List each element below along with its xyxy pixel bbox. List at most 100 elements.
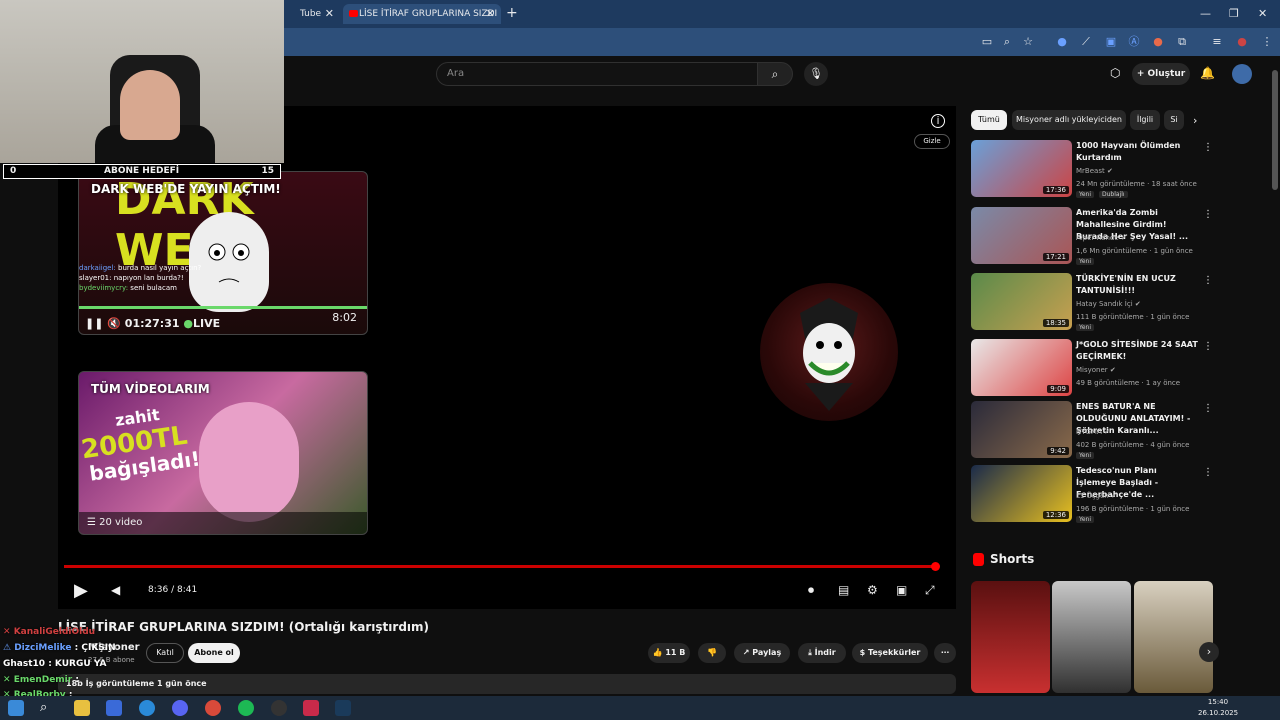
more-options-icon[interactable]: ⋮: [1203, 142, 1213, 153]
chrome-icon[interactable]: [205, 700, 221, 716]
notifications-bell-icon[interactable]: 🔔: [1200, 66, 1215, 80]
video-thumbnail[interactable]: 9:09: [971, 339, 1072, 396]
video-duration: 9:09: [1047, 385, 1069, 393]
tab-active[interactable]: LİSE İTİRAF GRUPLARINA SIZDI ✕: [343, 4, 501, 24]
obs-icon[interactable]: [271, 700, 287, 716]
short-thumbnail[interactable]: [1052, 581, 1131, 693]
new-tab-button[interactable]: +: [506, 5, 518, 21]
more-options-icon[interactable]: ⋮: [1203, 275, 1213, 286]
video-title[interactable]: TÜRKİYE'NİN EN UCUZ TANTUNİSİ!!!: [1076, 273, 1198, 297]
cast-icon[interactable]: ⬡: [1110, 66, 1120, 80]
search-icon[interactable]: ⌕: [40, 700, 56, 716]
video-thumbnail[interactable]: 9:42: [971, 401, 1072, 458]
card-person-image: [199, 402, 299, 522]
chip-from-uploader[interactable]: Misyoner adlı yükleyiciden: [1012, 110, 1126, 130]
extension-icon[interactable]: ⟋: [1079, 35, 1093, 49]
scrollbar[interactable]: [1272, 70, 1278, 190]
bookmark-star-icon[interactable]: ☆: [1021, 35, 1035, 49]
subscribe-button[interactable]: Abone ol: [188, 643, 240, 663]
translate-icon[interactable]: Ⓐ: [1127, 35, 1141, 49]
channel-avatar-endscreen[interactable]: [760, 283, 898, 421]
video-progress-bar[interactable]: [64, 565, 936, 568]
avatar[interactable]: [1232, 64, 1252, 84]
taskbar-clock[interactable]: 15:40 26.10.2025: [1198, 697, 1238, 719]
discord-icon[interactable]: [172, 700, 188, 716]
recommendation-item[interactable]: 9:09 J*GOLO SİTESİNDE 24 SAAT GEÇİRMEK! Mi…: [971, 339, 1213, 397]
search-icon[interactable]: ⌕: [757, 62, 793, 86]
share-button[interactable]: ↗ Paylaş: [734, 643, 790, 663]
close-icon[interactable]: ✕: [486, 4, 495, 24]
info-icon[interactable]: i: [931, 114, 945, 128]
zoom-icon[interactable]: ⌕: [1000, 35, 1014, 49]
more-options-icon[interactable]: ⋮: [1203, 467, 1213, 478]
extension-icon[interactable]: ●: [1151, 35, 1165, 49]
extension-icon[interactable]: ▣: [1104, 35, 1118, 49]
steam-icon[interactable]: [335, 700, 351, 716]
endscreen-card-video[interactable]: DARK WEB DARK WEB'DE YAYIN AÇTIM! darkai…: [78, 171, 368, 335]
video-thumbnail[interactable]: 17:21: [971, 207, 1072, 264]
close-window-button[interactable]: ✕: [1258, 7, 1267, 20]
puzzle-icon[interactable]: ⧉: [1175, 35, 1189, 49]
hide-endscreen-button[interactable]: Gizle: [914, 134, 950, 149]
profile-avatar-icon[interactable]: ●: [1235, 35, 1249, 49]
more-options-icon[interactable]: ⋮: [1203, 209, 1213, 220]
recommendation-item[interactable]: 18:35 TÜRKİYE'NİN EN UCUZ TANTUNİSİ!!! Hat…: [971, 273, 1213, 331]
description-box[interactable]: 18b İş görüntüleme 1 gün önce: [58, 674, 956, 694]
video-title[interactable]: 1000 Hayvanı Ölümden Kurtardım: [1076, 140, 1198, 164]
short-thumbnail[interactable]: [1134, 581, 1213, 693]
windows-taskbar: [0, 696, 1280, 720]
copilot-icon[interactable]: [106, 700, 122, 716]
chip-related[interactable]: İlgili: [1130, 110, 1160, 130]
spotify-icon[interactable]: [238, 700, 254, 716]
extension-icon[interactable]: ●: [1055, 35, 1069, 49]
subtitles-icon[interactable]: ▤: [838, 583, 849, 597]
maximize-button[interactable]: ❐: [1229, 7, 1239, 20]
windows-start-icon[interactable]: [8, 700, 24, 716]
video-thumbnail[interactable]: 12:36: [971, 465, 1072, 522]
close-icon[interactable]: ✕: [325, 4, 334, 24]
chevron-right-icon[interactable]: ›: [1193, 114, 1197, 127]
menu-icon[interactable]: ⋮: [1260, 35, 1274, 49]
volume-icon[interactable]: ◀: [111, 583, 120, 597]
endscreen-card-playlist[interactable]: TÜM VİDEOLARIM zahit 2000TL bağışladı! ☰…: [78, 371, 368, 535]
recommendation-item[interactable]: 12:36 Tedesco'nun Planı İşlemeye Başladı …: [971, 465, 1213, 523]
tab-previous[interactable]: Tube ✕: [284, 4, 340, 24]
search-input[interactable]: Ara: [436, 62, 758, 86]
thanks-button[interactable]: $ Teşekkürler: [852, 643, 928, 663]
video-title[interactable]: J*GOLO SİTESİNDE 24 SAAT GEÇİRMEK!: [1076, 339, 1198, 363]
verified-icon: ✔: [1110, 492, 1117, 500]
edge-icon[interactable]: [139, 700, 155, 716]
microphone-icon[interactable]: 🎙: [804, 62, 828, 86]
shorts-next-chevron-icon[interactable]: ›: [1199, 642, 1219, 662]
video-meta: 1,6 Mn görüntüleme · 1 gün önce: [1076, 247, 1193, 255]
recommendation-item[interactable]: 9:42 ENES BATUR'A NE OLDUĞUNU ANLATAYIM! …: [971, 401, 1213, 459]
download-button[interactable]: ⤓ İndir: [798, 643, 846, 663]
video-thumbnail[interactable]: 17:36: [971, 140, 1072, 197]
fullscreen-icon[interactable]: ⤢: [925, 583, 935, 598]
chip-more[interactable]: Si: [1164, 110, 1184, 130]
like-button[interactable]: 👍 11 B: [648, 643, 690, 663]
minimize-button[interactable]: —: [1200, 7, 1211, 20]
app-icon[interactable]: [303, 700, 319, 716]
join-button[interactable]: Katıl: [146, 643, 184, 663]
short-thumbnail[interactable]: [971, 581, 1050, 693]
playlist-icon[interactable]: ≡: [1210, 35, 1224, 49]
recommendation-item[interactable]: 17:36 1000 Hayvanı Ölümden Kurtardım MrBea…: [971, 140, 1213, 198]
settings-gear-icon[interactable]: ⚙: [867, 583, 878, 597]
video-thumbnail[interactable]: 18:35: [971, 273, 1072, 330]
create-button[interactable]: + Oluştur: [1132, 63, 1190, 85]
file-explorer-icon[interactable]: [74, 700, 90, 716]
chip-all[interactable]: Tümü: [971, 110, 1007, 130]
recommendation-item[interactable]: 17:21 Amerika'da Zombi Mahallesine Girdim…: [971, 207, 1213, 265]
screen-share-icon[interactable]: ▭: [980, 35, 994, 49]
video-meta: 49 B görüntüleme · 1 ay önce: [1076, 379, 1181, 387]
card-title: TÜM VİDEOLARIM: [91, 382, 210, 396]
autoplay-toggle-icon[interactable]: ⏺: [808, 583, 814, 598]
play-icon[interactable]: ▶: [74, 580, 88, 601]
more-options-icon[interactable]: ⋮: [1203, 403, 1213, 414]
more-options-icon[interactable]: ⋯: [934, 643, 956, 663]
dislike-icon[interactable]: 👎: [698, 643, 726, 663]
video-duration: 12:36: [1042, 511, 1069, 519]
miniplayer-icon[interactable]: ▣: [896, 583, 907, 597]
more-options-icon[interactable]: ⋮: [1203, 341, 1213, 352]
